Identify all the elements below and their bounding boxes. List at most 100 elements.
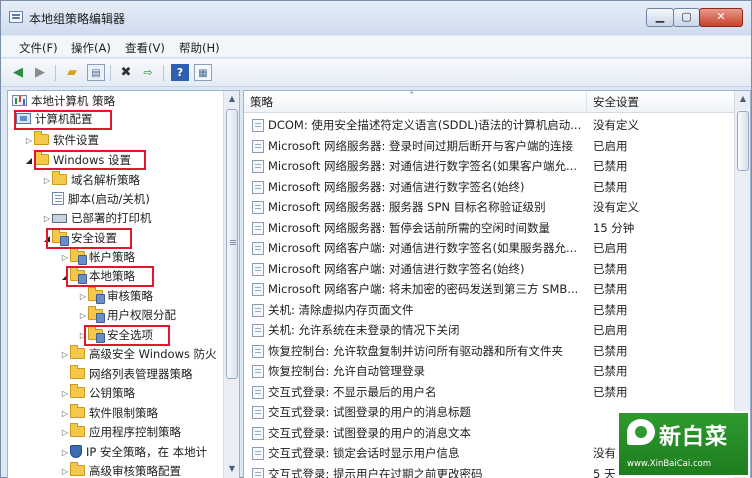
table-row[interactable]: Microsoft 网络服务器: 服务器 SPN 目标名称验证级别 没有定义 [244,197,734,218]
tree-node-printers[interactable]: ▷ 已部署的打印机 [42,209,152,228]
tree-node-network-list[interactable]: 网络列表管理器策略 [60,365,193,384]
tree-node-scripts[interactable]: 脚本(启动/关机) [42,190,150,209]
table-row[interactable]: 交互式登录: 不显示最后的用户名 已禁用 [244,382,734,403]
policy-setting: 没有定义 [593,200,639,214]
policy-chart-icon [12,95,27,106]
policy-item-icon [252,365,264,378]
table-row[interactable]: Microsoft 网络服务器: 对通信进行数字签名(如果客户端允... 已禁用 [244,156,734,177]
tree-node-audit-policy[interactable]: ▷ 审核策略 [78,287,153,306]
cabbage-logo-icon [627,419,655,445]
scroll-up-icon[interactable]: ▲ [224,91,239,107]
menu-file[interactable]: 文件(F) [19,40,58,56]
back-arrow-icon[interactable]: ◀ [9,64,27,81]
expand-icon[interactable]: ▷ [42,171,52,190]
menu-help[interactable]: 帮助(H) [179,40,220,56]
expand-icon[interactable]: ▷ [24,131,34,150]
column-header-policy[interactable]: 策略 ⌃ [244,91,587,113]
menu-action[interactable]: 操作(A) [71,40,111,56]
minimize-button[interactable]: ▁ [646,8,674,27]
table-row[interactable]: Microsoft 网络服务器: 暂停会话前所需的空闲时间数量 15 分钟 [244,218,734,239]
forward-arrow-icon[interactable]: ▶ [31,64,49,81]
security-folder-icon [88,306,105,323]
help-icon[interactable]: ? [171,64,189,81]
tree-node-user-rights[interactable]: ▷ 用户权限分配 [78,306,176,325]
policy-name: 交互式登录: 不显示最后的用户名 [268,384,437,399]
policy-item-icon [252,447,264,460]
tree-node-app-control[interactable]: ▷ 应用程序控制策略 [60,423,181,442]
expand-icon[interactable]: ▷ [78,306,88,325]
menu-view[interactable]: 查看(V) [125,40,165,56]
expand-icon[interactable]: ▷ [60,423,70,442]
toolbar-separator [110,65,111,81]
policy-item-icon [252,221,264,235]
expand-icon[interactable]: ▷ [60,248,70,267]
tree-node-name-resolution[interactable]: ▷ 域名解析策略 [42,171,140,190]
folder-icon [70,365,85,379]
expand-icon[interactable]: ▷ [60,404,70,423]
scroll-up-icon[interactable]: ▲ [735,91,750,107]
expand-icon[interactable]: ▷ [60,384,70,403]
title-bar[interactable]: 本地组策略编辑器 ▁ ▢ ✕ [1,1,751,35]
policy-item-icon [252,201,264,214]
table-row[interactable]: Microsoft 网络客户端: 将未加密的密码发送到第三方 SMB... 已禁用 [244,279,734,300]
toolbar-separator [163,65,164,81]
collapse-icon[interactable]: ◢ [24,151,34,170]
policy-item-icon [252,119,264,132]
gpedit-window: 本地组策略编辑器 ▁ ▢ ✕ 文件(F) 操作(A) 查看(V) 帮助(H) ◀… [0,0,752,478]
maximize-button[interactable]: ▢ [673,8,700,27]
folder-icon [70,384,85,398]
tree-node-advanced-audit[interactable]: ▷ 高级审核策略配置 [60,462,181,478]
policy-name: Microsoft 网络客户端: 对通信进行数字签名(如果服务器允... [268,241,577,255]
delete-icon[interactable]: ✖ [117,64,135,81]
policy-name: Microsoft 网络服务器: 对通信进行数字签名(如果客户端允... [268,159,577,173]
grip-icon [230,240,236,241]
column-header-setting[interactable]: 安全设置 [587,91,734,113]
tree-node-firewall[interactable]: ▷ 高级安全 Windows 防火 [60,345,217,364]
policy-name: Microsoft 网络客户端: 对通信进行数字签名(始终) [268,261,525,276]
policy-name: 关机: 允许系统在未登录的情况下关闭 [268,323,460,337]
expand-icon[interactable]: ▷ [60,443,70,462]
folder-up-icon[interactable]: ▰ [63,64,81,81]
properties-icon[interactable]: ▦ [194,64,212,81]
expand-icon[interactable]: ▷ [60,345,70,364]
table-row[interactable]: Microsoft 网络服务器: 登录时间过期后断开与客户端的连接 已启用 [244,136,734,157]
tree-scrollbar[interactable]: ▲ ▼ [223,91,239,478]
tree-node-account-policies[interactable]: ▷ 帐户策略 [60,248,135,267]
menu-bar: 文件(F) 操作(A) 查看(V) 帮助(H) [1,36,751,58]
table-row[interactable]: 恢复控制台: 允许自动管理登录 已禁用 [244,361,734,382]
table-row[interactable]: 关机: 允许系统在未登录的情况下关闭 已启用 [244,320,734,341]
table-row[interactable]: DCOM: 使用安全描述符定义语言(SDDL)语法的计算机启动... 没有定义 [244,115,734,136]
expand-icon[interactable]: ▷ [78,287,88,306]
table-row[interactable]: 关机: 清除虚拟内存页面文件 已禁用 [244,300,734,321]
show-hide-tree-icon[interactable]: ▤ [87,64,105,81]
tree-node-public-key[interactable]: ▷ 公钥策略 [60,384,135,403]
policy-item-icon [252,283,264,296]
table-row[interactable]: Microsoft 网络客户端: 对通信进行数字签名(如果服务器允... 已启用 [244,238,734,259]
scrollbar-thumb[interactable] [226,109,238,379]
policy-setting: 已启用 [593,323,628,337]
highlight-box [66,266,154,287]
tree-root[interactable]: 本地计算机 策略 [12,92,115,111]
expand-icon[interactable]: ▷ [42,209,52,228]
table-row[interactable]: Microsoft 网络服务器: 对通信进行数字签名(始终) 已禁用 [244,177,734,198]
policy-name: 交互式登录: 试图登录的用户的消息标题 [268,405,472,419]
tree-pane[interactable]: 本地计算机 策略 计算机配置 ▷ 软件设置 ◢ Windows 设置 ▷ 域名解析策略… [7,90,240,478]
table-row[interactable]: Microsoft 网络客户端: 对通信进行数字签名(始终) 已禁用 [244,259,734,280]
policy-name: Microsoft 网络客户端: 将未加密的密码发送到第三方 SMB... [268,282,579,296]
expand-icon[interactable]: ▷ [60,462,70,478]
policy-setting: 已禁用 [593,282,628,296]
folder-icon [70,404,85,418]
scrollbar-thumb[interactable] [737,111,749,171]
highlight-box [46,228,132,249]
policy-setting: 已禁用 [593,384,628,399]
close-button[interactable]: ✕ [699,8,743,27]
scroll-down-icon[interactable]: ▼ [224,461,239,477]
toolbar: ◀ ▶ ▰ ▤ ✖ ⇨ ? ▦ [1,59,751,87]
policy-item-icon [252,262,264,276]
export-list-icon[interactable]: ⇨ [139,64,157,81]
tree-node-software-restriction[interactable]: ▷ 软件限制策略 [60,404,158,423]
tree-node-software-settings[interactable]: ▷ 软件设置 [24,131,99,150]
tree-node-ip-security[interactable]: ▷ IP 安全策略，在 本地计 [60,443,207,462]
policy-name: 交互式登录: 试图登录的用户的消息文本 [268,425,472,440]
table-row[interactable]: 恢复控制台: 允许软盘复制并访问所有驱动器和所有文件夹 已禁用 [244,341,734,362]
